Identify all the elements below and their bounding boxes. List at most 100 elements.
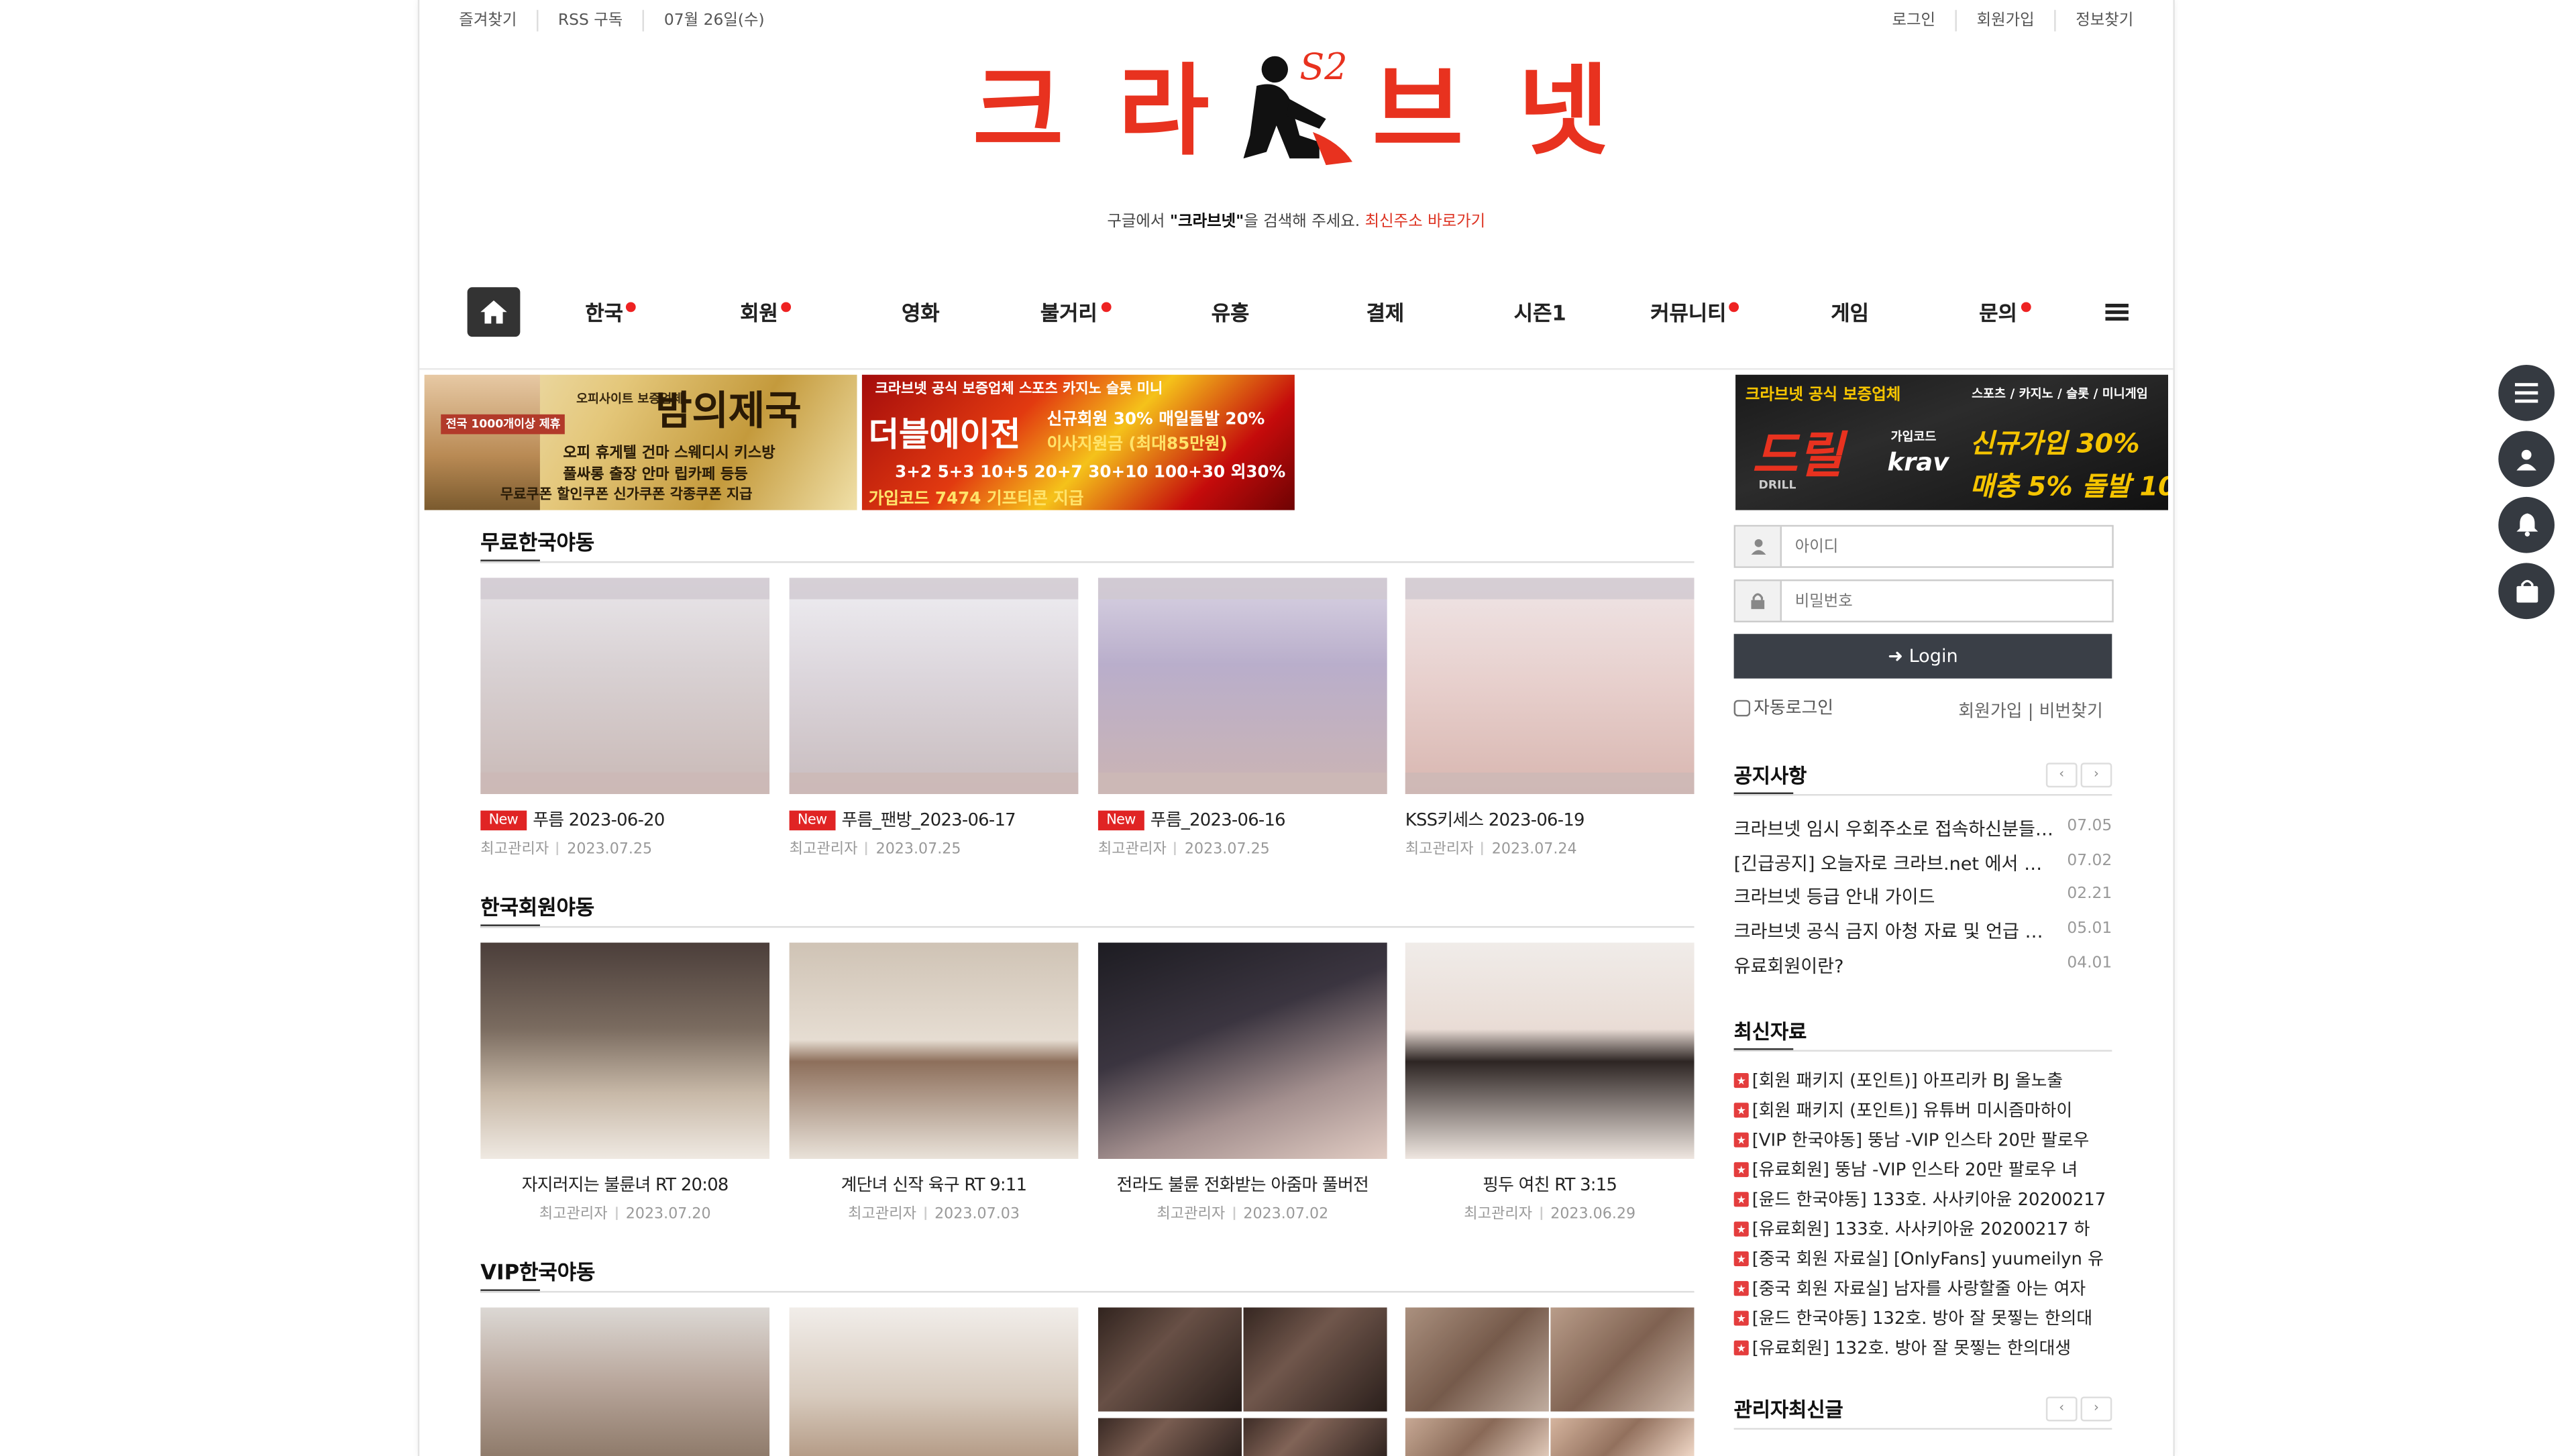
video-title[interactable]: 핑두 여친 RT 3:15 [1405, 1172, 1695, 1197]
thumbnail-tile [1243, 1307, 1387, 1412]
video-thumbnail[interactable] [1405, 1307, 1695, 1456]
home-button[interactable] [467, 287, 521, 337]
video-thumbnail[interactable] [480, 1307, 770, 1456]
latest-item[interactable]: [윤드 한국야동] 132호. 방아 잘 못찧는 한의대 [1733, 1306, 2117, 1332]
notice-item[interactable]: 크라브넷 공식 금지 아청 자료 및 언급 금지 05.01 [1734, 918, 2112, 944]
thumbnail-tile [1097, 1418, 1242, 1456]
section-title-free[interactable]: 무료한국야동 [480, 525, 594, 557]
video-title[interactable]: 계단녀 신작 육구 RT 9:11 [790, 1172, 1079, 1197]
latest-item[interactable]: [유료회원] 132호. 방아 잘 못찧는 한의대생 [1733, 1335, 2117, 1361]
video-thumbnail[interactable] [789, 577, 1079, 794]
video-thumbnail[interactable] [789, 942, 1079, 1159]
video-meta: 최고관리자 2023.07.24 [1405, 837, 1577, 858]
section-title-vip[interactable]: VIP한국야동 [480, 1255, 595, 1286]
float-shop-button[interactable] [2498, 563, 2555, 620]
video-title[interactable]: New 푸름 2023-06-20 [480, 807, 665, 832]
notice-text[interactable]: 크라브넷 임시 우회주소로 접속하신분들 필독 [1734, 816, 2056, 842]
video-thumbnail[interactable] [1097, 1307, 1387, 1456]
video-thumbnail[interactable] [1097, 942, 1387, 1159]
latest-item[interactable]: [회원 패키지 (포인트)] 유튜버 미시즘마하이 [1733, 1098, 2117, 1124]
login-button[interactable]: ➜ Login [1733, 634, 2112, 679]
admin-prev-button[interactable]: ‹ [2045, 1396, 2078, 1422]
video-title[interactable]: New 푸름_팬방_2023-06-17 [789, 807, 1016, 832]
notice-text[interactable]: 크라브넷 등급 안내 가이드 [1734, 884, 2056, 910]
author: 최고관리자 [1405, 842, 1474, 858]
register-link[interactable]: 회원가입 [1955, 9, 2055, 32]
notice-text[interactable]: 유료회원이란? [1734, 952, 2056, 978]
banner1-line2: 풀싸롱 출장 안마 립카페 등등 [563, 467, 748, 484]
float-user-button[interactable] [2498, 431, 2555, 488]
login-link[interactable]: 로그인 [1872, 10, 1955, 32]
video-title[interactable]: 자지러지는 불륜녀 RT 20:08 [480, 1172, 769, 1197]
video-title[interactable]: 전라도 불륜 전화받는 아줌마 풀버전 [1098, 1172, 1387, 1197]
nav-item-8[interactable]: 게임 [1772, 287, 1927, 340]
video-thumbnail[interactable] [789, 1307, 1079, 1456]
notice-prev-button[interactable]: ‹ [2045, 763, 2078, 788]
thumbnail-strip [1405, 772, 1695, 794]
notice-text[interactable]: 크라브넷 공식 금지 아청 자료 및 언급 금지 [1734, 918, 2056, 944]
nav-item-0[interactable]: 한국 [533, 287, 688, 340]
latest-item[interactable]: [VIP 한국야동] 뚱남 -VIP 인스타 20만 팔로우 [1733, 1127, 2117, 1154]
star-icon [1733, 1221, 1749, 1237]
latest-item[interactable]: [중국 회원 자료실] [OnlyFans] yuumeilyn 유 [1733, 1246, 2117, 1272]
nav-item-2[interactable]: 영화 [843, 287, 998, 340]
notice-item[interactable]: [긴급공지] 오늘자로 크라브.net 에서 변경 07.02 [1734, 850, 2112, 876]
float-notification-button[interactable] [2498, 496, 2555, 553]
video-title[interactable]: KSS키세스 2023-06-19 [1405, 807, 1585, 832]
bookmark-link[interactable]: 즐겨찾기 [459, 10, 537, 32]
nav-item-6[interactable]: 시즌1 [1462, 287, 1617, 340]
auto-login-label: 자동로그인 [1754, 698, 1834, 718]
auto-login-checkbox[interactable] [1733, 699, 1751, 716]
latest-item[interactable]: [유료회원] 뚱남 -VIP 인스타 20만 팔로우 녀 [1733, 1158, 2117, 1184]
float-menu-button[interactable] [2498, 364, 2555, 421]
find-password-link[interactable]: 비번찾기 [2039, 702, 2103, 722]
id-input[interactable] [1791, 533, 2104, 561]
latest-item[interactable]: [유료회원] 133호. 사사키아윤 20200217 하 [1733, 1217, 2117, 1243]
banner-drill[interactable]: 크라브넷 공식 보증업체 스포츠 / 카지노 / 슬롯 / 미니게임 드릴 DR… [1735, 374, 2168, 510]
rss-link[interactable]: RSS 구독 [536, 9, 643, 32]
video-thumbnail[interactable] [480, 942, 770, 1159]
nav-item-7[interactable]: 커뮤니티 [1617, 287, 1772, 340]
admin-next-button[interactable]: › [2080, 1396, 2112, 1422]
video-title[interactable]: New 푸름_2023-06-16 [1097, 807, 1286, 832]
nav-item-1[interactable]: 회원 [688, 287, 843, 340]
find-info-link[interactable]: 정보찾기 [2054, 9, 2133, 32]
join-link[interactable]: 회원가입 [1958, 702, 2022, 722]
banner-double-agent[interactable]: 크라브넷 공식 보증업체 스포츠 카지노 슬롯 미니 더블에이전 신규회원 30… [861, 374, 1295, 510]
latest-item[interactable]: [윤드 한국야동] 133호. 사사키아윤 20200217 [1733, 1187, 2117, 1213]
notice-rule [1733, 793, 2112, 796]
nav-item-5[interactable]: 결제 [1307, 287, 1462, 340]
banner-bamui-jeguk[interactable]: 오피사이트 보증업체 밤의제국 전국 1000개이상 제휴 오피 휴게텔 건마 … [424, 374, 857, 510]
auto-login[interactable]: 자동로그인 [1733, 695, 1834, 720]
notice-item[interactable]: 크라브넷 임시 우회주소로 접속하신분들 필독 07.05 [1734, 816, 2112, 842]
bell-icon [2516, 513, 2538, 537]
video-thumbnail[interactable] [1097, 577, 1387, 794]
section-title-member[interactable]: 한국회원야동 [480, 890, 594, 921]
shopping-bag-icon [2516, 579, 2538, 603]
latest-address-link[interactable]: 최신주소 바로가기 [1365, 213, 1486, 231]
notice-title[interactable]: 공지사항 [1734, 761, 1807, 789]
latest-title[interactable]: 최신자료 [1734, 1017, 1807, 1045]
notice-item[interactable]: 유료회원이란? 04.01 [1734, 952, 2112, 978]
nav-item-label: 유흥 [1211, 300, 1250, 325]
hamburger-menu-icon[interactable] [2102, 297, 2132, 327]
star-icon [1733, 1340, 1749, 1355]
admin-latest-title[interactable]: 관리자최신글 [1734, 1395, 1843, 1423]
latest-item-text: [윤드 한국야동] 133호. 사사키아윤 20200217 [1752, 1190, 2106, 1211]
notice-next-button[interactable]: › [2080, 763, 2112, 788]
latest-item[interactable]: [중국 회원 자료실] 남자를 사랑할줄 아는 여자 [1733, 1276, 2117, 1302]
video-thumbnail[interactable] [1405, 577, 1695, 794]
notice-text[interactable]: [긴급공지] 오늘자로 크라브.net 에서 변경 [1734, 850, 2056, 876]
nav-item-3[interactable]: 불거리 [998, 287, 1153, 340]
site-logo[interactable]: 크 라 S2 브 넷 [973, 43, 1617, 172]
banner1-line1: 오피 휴게텔 건마 스웨디시 키스방 [563, 445, 775, 463]
nav-item-4[interactable]: 유흥 [1153, 287, 1308, 340]
latest-item[interactable]: [회원 패키지 (포인트)] 아프리카 BJ 올노출 [1733, 1068, 2117, 1095]
video-thumbnail[interactable] [480, 577, 770, 794]
thumbnail-tile [1405, 1418, 1549, 1456]
video-thumbnail[interactable] [1405, 942, 1695, 1159]
notice-item[interactable]: 크라브넷 등급 안내 가이드 02.21 [1734, 884, 2112, 910]
new-indicator-dot [1100, 302, 1111, 313]
nav-item-9[interactable]: 문의 [1927, 287, 2082, 340]
password-input[interactable] [1791, 587, 2104, 616]
